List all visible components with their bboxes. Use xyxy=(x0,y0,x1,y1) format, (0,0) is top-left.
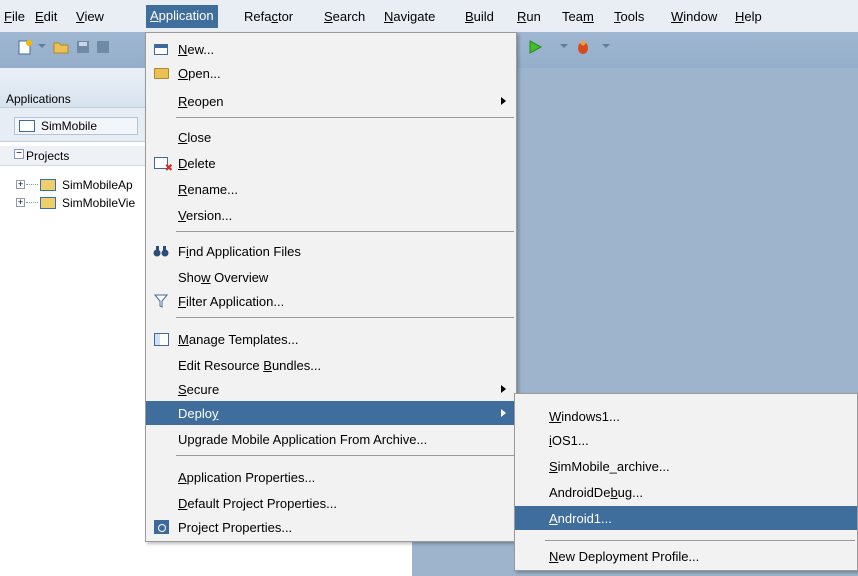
menu-run[interactable]: Run xyxy=(513,6,545,28)
delete-icon xyxy=(153,155,173,174)
application-selector-bar: SimMobile xyxy=(0,108,146,142)
menu-item-manage-templates[interactable]: Manage Templates... xyxy=(146,327,516,351)
submenu-arrow-icon xyxy=(501,409,506,417)
tree-connector xyxy=(26,202,38,203)
menu-item-project-properties[interactable]: Project Properties... xyxy=(146,515,516,539)
new-dropdown-icon[interactable] xyxy=(38,44,46,48)
templates-icon xyxy=(153,331,169,347)
submenu-arrow-icon xyxy=(501,97,506,105)
projects-header[interactable]: − Projects xyxy=(0,146,146,166)
menu-item-open[interactable]: Open... xyxy=(146,61,516,85)
deploy-item-ios1[interactable]: iOS1... xyxy=(515,428,857,452)
collapse-icon[interactable]: − xyxy=(14,149,24,159)
deploy-item-androiddebug[interactable]: AndroidDebug... xyxy=(515,480,857,504)
menu-build[interactable]: Build xyxy=(461,6,498,28)
menu-item-secure[interactable]: Secure xyxy=(146,377,516,401)
menu-bar: File Edit View Application Refactor Sear… xyxy=(0,0,858,32)
expand-icon[interactable]: + xyxy=(16,180,25,189)
deploy-item-android1[interactable]: Android1... xyxy=(515,506,857,530)
menu-window[interactable]: Window xyxy=(667,6,721,28)
submenu-arrow-icon xyxy=(501,385,506,393)
menu-item-edit-resource-bundles[interactable]: Edit Resource Bundles... xyxy=(146,353,516,377)
deploy-item-new-deployment-profile[interactable]: New Deployment Profile... xyxy=(515,544,857,568)
save-icon[interactable] xyxy=(74,38,92,56)
menu-item-reopen[interactable]: Reopen xyxy=(146,89,516,113)
deploy-item-simmobile-archive[interactable]: SimMobile_archive... xyxy=(515,454,857,478)
menu-item-application-properties[interactable]: Application Properties... xyxy=(146,465,516,489)
deploy-item-windows1[interactable]: Windows1... xyxy=(515,404,857,428)
menu-separator xyxy=(176,117,514,118)
menu-item-close[interactable]: Close xyxy=(146,125,516,149)
menu-search[interactable]: Search xyxy=(320,6,369,28)
binoculars-icon xyxy=(153,243,169,259)
tree-item-project-1[interactable]: + SimMobileAp xyxy=(0,176,146,194)
menu-item-version[interactable]: Version... xyxy=(146,203,516,227)
expand-icon[interactable]: + xyxy=(16,198,25,207)
menu-team[interactable]: Team xyxy=(558,6,598,28)
menu-item-deploy[interactable]: Deploy xyxy=(146,401,516,425)
menu-item-new[interactable]: New... xyxy=(146,37,516,61)
debug-dropdown-icon[interactable] xyxy=(602,44,610,48)
menu-separator xyxy=(176,231,514,232)
menu-item-delete[interactable]: Delete xyxy=(146,151,516,175)
tree-item-label: SimMobileAp xyxy=(62,178,133,192)
tree-connector xyxy=(26,184,38,185)
project-folder-icon xyxy=(40,179,56,191)
menu-separator xyxy=(176,317,514,318)
project-folder-icon xyxy=(40,197,56,209)
folder-icon xyxy=(153,65,169,81)
menu-item-default-project-properties[interactable]: Default Project Properties... xyxy=(146,491,516,515)
application-icon xyxy=(19,120,35,132)
open-folder-icon[interactable] xyxy=(52,38,70,56)
window-icon xyxy=(153,41,169,57)
projects-label: Projects xyxy=(26,149,70,163)
new-file-icon[interactable] xyxy=(16,38,34,56)
applications-title: Applications xyxy=(6,92,71,106)
tree-item-label: SimMobileVie xyxy=(62,196,136,210)
run-icon[interactable] xyxy=(526,38,544,56)
menu-separator xyxy=(176,455,514,456)
filter-icon xyxy=(153,293,169,309)
save-all-icon[interactable] xyxy=(94,38,112,56)
application-name: SimMobile xyxy=(41,119,98,133)
menu-edit[interactable]: Edit xyxy=(31,6,61,28)
menu-item-rename[interactable]: Rename... xyxy=(146,177,516,201)
menu-application[interactable]: Application xyxy=(146,5,218,28)
run-dropdown-icon[interactable] xyxy=(560,44,568,48)
application-selector[interactable]: SimMobile xyxy=(14,117,138,135)
menu-view[interactable]: View xyxy=(72,6,108,28)
menu-file[interactable]: File xyxy=(0,6,29,28)
menu-help[interactable]: Help xyxy=(731,6,766,28)
properties-icon xyxy=(153,519,169,535)
tree-item-project-2[interactable]: + SimMobileVie xyxy=(0,194,146,212)
menu-navigate[interactable]: Navigate xyxy=(380,6,439,28)
menu-item-show-overview[interactable]: Show Overview xyxy=(146,265,516,289)
menu-refactor[interactable]: Refactor xyxy=(240,6,297,28)
applications-header: Applications xyxy=(0,68,146,108)
menu-item-filter-application[interactable]: Filter Application... xyxy=(146,289,516,313)
menu-tools[interactable]: Tools xyxy=(610,6,648,28)
deploy-submenu: Windows1... iOS1... SimMobile_archive...… xyxy=(514,393,858,571)
application-menu: New... Open... Reopen Close Delete Renam… xyxy=(145,32,517,542)
menu-item-upgrade-mobile-application[interactable]: Upgrade Mobile Application From Archive.… xyxy=(146,427,516,451)
menu-separator xyxy=(545,540,855,541)
menu-item-find-application-files[interactable]: Find Application Files xyxy=(146,239,516,263)
applications-panel: Applications SimMobile − Projects + SimM… xyxy=(0,68,146,576)
debug-bug-icon[interactable] xyxy=(574,38,592,56)
